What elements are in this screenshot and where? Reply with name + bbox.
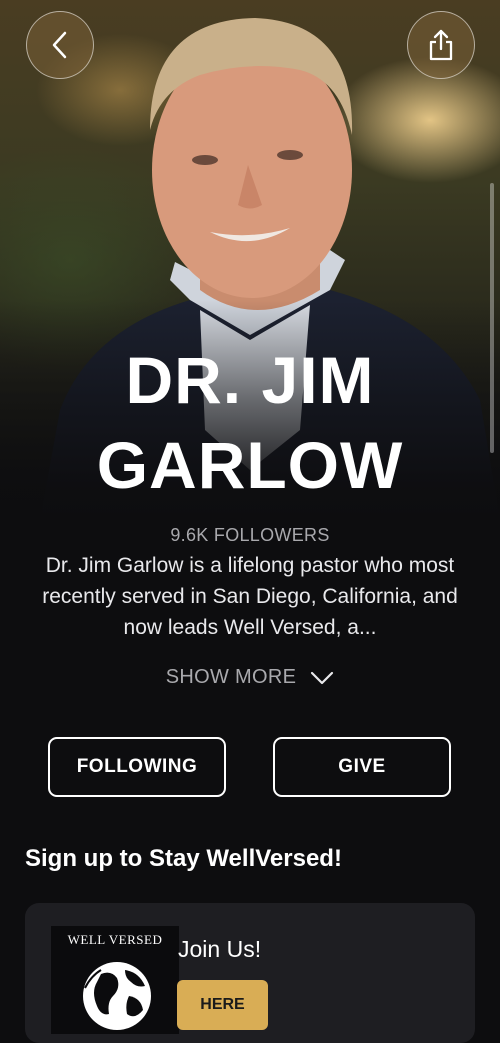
- share-icon: [429, 29, 453, 61]
- show-more-label: SHOW MORE: [165, 666, 297, 688]
- give-button[interactable]: GIVE: [273, 737, 451, 797]
- profile-bio: Dr. Jim Garlow is a lifelong pastor who …: [42, 554, 458, 639]
- here-button[interactable]: HERE: [177, 980, 268, 1030]
- following-button[interactable]: FOLLOWING: [48, 737, 226, 797]
- chevron-left-icon: [52, 31, 67, 59]
- back-button[interactable]: [26, 11, 94, 79]
- share-button[interactable]: [407, 11, 475, 79]
- show-more-toggle[interactable]: SHOW MORE: [0, 666, 500, 689]
- signup-section-title: Sign up to Stay WellVersed!: [25, 845, 342, 872]
- globe-icon: [83, 962, 151, 1030]
- signup-card-title: Join Us!: [178, 936, 262, 962]
- profile-name-line1: DR. JIM: [125, 343, 375, 417]
- followers-count: 9.6K FOLLOWERS: [170, 525, 330, 545]
- wellversed-logo: WELL VERSED: [51, 926, 179, 1034]
- chevron-down-icon: [311, 671, 334, 684]
- profile-name-line2: GARLOW: [96, 428, 404, 502]
- signup-card[interactable]: WELL VERSED Join Us! HERE: [25, 903, 475, 1043]
